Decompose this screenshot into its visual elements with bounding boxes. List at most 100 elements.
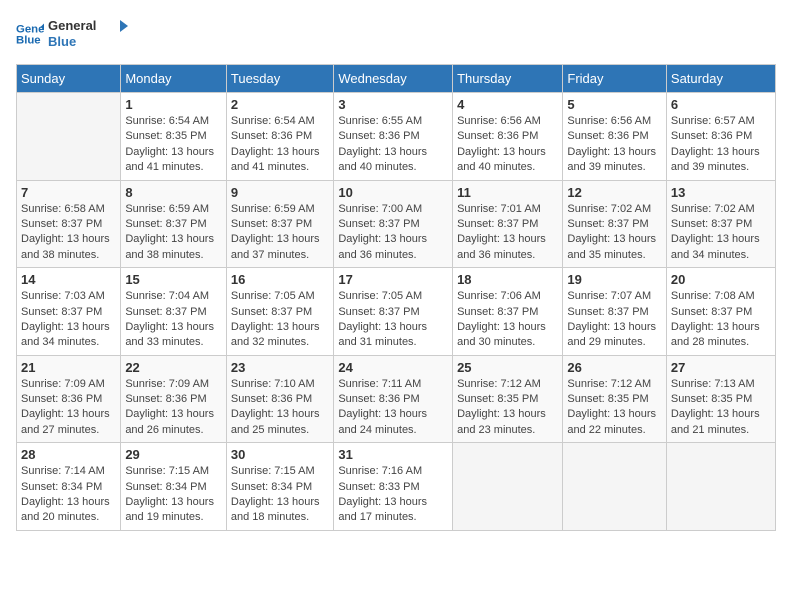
weekday-header: Monday	[121, 65, 227, 93]
calendar-cell: 26 Sunrise: 7:12 AMSunset: 8:35 PMDayligh…	[563, 355, 667, 443]
day-number: 4	[457, 97, 558, 112]
day-number: 12	[567, 185, 662, 200]
weekday-header: Sunday	[17, 65, 121, 93]
day-number: 15	[125, 272, 222, 287]
cell-info: Sunrise: 7:14 AMSunset: 8:34 PMDaylight:…	[21, 464, 116, 526]
day-number: 20	[671, 272, 771, 287]
calendar-cell: 9Sunrise: 6:59 AMSunset: 8:37 PMDaylight…	[226, 180, 333, 268]
calendar-cell: 31 Sunrise: 7:16 AMSunset: 8:33 PMDayligh…	[334, 443, 453, 531]
cell-info: Sunrise: 7:12 AMSunset: 8:35 PMDaylight:…	[567, 377, 662, 439]
calendar-cell: 6 Sunrise: 6:57 AMSunset: 8:36 PMDaylight…	[666, 93, 775, 181]
calendar-cell: 14Sunrise: 7:03 AMSunset: 8:37 PMDayligh…	[17, 268, 121, 356]
cell-info: Sunrise: 6:54 AMSunset: 8:36 PMDaylight:…	[231, 114, 329, 176]
calendar-cell	[17, 93, 121, 181]
calendar-cell: 19 Sunrise: 7:07 AMSunset: 8:37 PMDayligh…	[563, 268, 667, 356]
day-number: 30	[231, 447, 329, 462]
cell-info: Sunrise: 7:07 AMSunset: 8:37 PMDaylight:…	[567, 289, 662, 351]
calendar-cell: 25 Sunrise: 7:12 AMSunset: 8:35 PMDayligh…	[453, 355, 563, 443]
cell-info: Sunrise: 7:02 AMSunset: 8:37 PMDaylight:…	[567, 202, 662, 264]
cell-info: Sunrise: 7:09 AMSunset: 8:36 PMDaylight:…	[125, 377, 222, 439]
cell-info: Sunrise: 7:08 AMSunset: 8:37 PMDaylight:…	[671, 289, 771, 351]
calendar-cell: 5 Sunrise: 6:56 AMSunset: 8:36 PMDaylight…	[563, 93, 667, 181]
cell-info: Sunrise: 7:05 AMSunset: 8:37 PMDaylight:…	[338, 289, 448, 351]
cell-info: Sunrise: 7:09 AMSunset: 8:36 PMDaylight:…	[21, 377, 116, 439]
day-number: 27	[671, 360, 771, 375]
svg-text:Blue: Blue	[16, 35, 41, 47]
cell-info: Sunrise: 6:54 AMSunset: 8:35 PMDaylight:…	[125, 114, 222, 176]
calendar-week-row: 7 Sunrise: 6:58 AMSunset: 8:37 PMDaylight…	[17, 180, 776, 268]
page-header: General Blue General Blue	[16, 16, 776, 52]
svg-text:Blue: Blue	[48, 34, 76, 49]
day-number: 25	[457, 360, 558, 375]
cell-info: Sunrise: 6:58 AMSunset: 8:37 PMDaylight:…	[21, 202, 116, 264]
calendar-cell: 27 Sunrise: 7:13 AMSunset: 8:35 PMDayligh…	[666, 355, 775, 443]
calendar-cell	[453, 443, 563, 531]
cell-info: Sunrise: 6:56 AMSunset: 8:36 PMDaylight:…	[567, 114, 662, 176]
day-number: 26	[567, 360, 662, 375]
day-number: 24	[338, 360, 448, 375]
weekday-header: Saturday	[666, 65, 775, 93]
day-number: 21	[21, 360, 116, 375]
day-number: 13	[671, 185, 771, 200]
cell-info: Sunrise: 7:15 AMSunset: 8:34 PMDaylight:…	[125, 464, 222, 526]
cell-info: Sunrise: 7:12 AMSunset: 8:35 PMDaylight:…	[457, 377, 558, 439]
calendar-table: SundayMondayTuesdayWednesdayThursdayFrid…	[16, 64, 776, 531]
day-number: 5	[567, 97, 662, 112]
day-number: 7	[21, 185, 116, 200]
svg-text:General: General	[16, 23, 44, 35]
day-number: 6	[671, 97, 771, 112]
day-number: 11	[457, 185, 558, 200]
calendar-cell: 15 Sunrise: 7:04 AMSunset: 8:37 PMDayligh…	[121, 268, 227, 356]
weekday-header: Friday	[563, 65, 667, 93]
calendar-cell: 8Sunrise: 6:59 AMSunset: 8:37 PMDaylight…	[121, 180, 227, 268]
cell-info: Sunrise: 7:01 AMSunset: 8:37 PMDaylight:…	[457, 202, 558, 264]
day-number: 23	[231, 360, 329, 375]
calendar-cell: 23 Sunrise: 7:10 AMSunset: 8:36 PMDayligh…	[226, 355, 333, 443]
cell-info: Sunrise: 7:13 AMSunset: 8:35 PMDaylight:…	[671, 377, 771, 439]
calendar-cell: 12 Sunrise: 7:02 AMSunset: 8:37 PMDayligh…	[563, 180, 667, 268]
calendar-cell: 30 Sunrise: 7:15 AMSunset: 8:34 PMDayligh…	[226, 443, 333, 531]
cell-info: Sunrise: 7:16 AMSunset: 8:33 PMDaylight:…	[338, 464, 448, 526]
calendar-cell: 29 Sunrise: 7:15 AMSunset: 8:34 PMDayligh…	[121, 443, 227, 531]
cell-info: Sunrise: 6:57 AMSunset: 8:36 PMDaylight:…	[671, 114, 771, 176]
day-number: 14	[21, 272, 116, 287]
day-number: 18	[457, 272, 558, 287]
day-number: 3	[338, 97, 448, 112]
cell-info: Sunrise: 7:15 AMSunset: 8:34 PMDaylight:…	[231, 464, 329, 526]
cell-info: Sunrise: 6:59 AMSunset: 8:37 PMDaylight:…	[125, 202, 222, 264]
day-number: 2	[231, 97, 329, 112]
calendar-cell: 4 Sunrise: 6:56 AMSunset: 8:36 PMDaylight…	[453, 93, 563, 181]
logo-icon: General Blue	[16, 20, 44, 48]
cell-info: Sunrise: 7:02 AMSunset: 8:37 PMDaylight:…	[671, 202, 771, 264]
cell-info: Sunrise: 7:04 AMSunset: 8:37 PMDaylight:…	[125, 289, 222, 351]
cell-info: Sunrise: 7:00 AMSunset: 8:37 PMDaylight:…	[338, 202, 448, 264]
calendar-cell: 17Sunrise: 7:05 AMSunset: 8:37 PMDayligh…	[334, 268, 453, 356]
cell-info: Sunrise: 7:11 AMSunset: 8:36 PMDaylight:…	[338, 377, 448, 439]
calendar-week-row: 21 Sunrise: 7:09 AMSunset: 8:36 PMDayligh…	[17, 355, 776, 443]
cell-info: Sunrise: 6:56 AMSunset: 8:36 PMDaylight:…	[457, 114, 558, 176]
calendar-cell: 28Sunrise: 7:14 AMSunset: 8:34 PMDayligh…	[17, 443, 121, 531]
logo: General Blue General Blue	[16, 16, 128, 52]
calendar-week-row: 14Sunrise: 7:03 AMSunset: 8:37 PMDayligh…	[17, 268, 776, 356]
svg-text:General: General	[48, 18, 96, 33]
calendar-cell: 7 Sunrise: 6:58 AMSunset: 8:37 PMDaylight…	[17, 180, 121, 268]
calendar-cell: 11 Sunrise: 7:01 AMSunset: 8:37 PMDayligh…	[453, 180, 563, 268]
day-number: 19	[567, 272, 662, 287]
weekday-header: Thursday	[453, 65, 563, 93]
calendar-cell: 24 Sunrise: 7:11 AMSunset: 8:36 PMDayligh…	[334, 355, 453, 443]
day-number: 29	[125, 447, 222, 462]
calendar-week-row: 28Sunrise: 7:14 AMSunset: 8:34 PMDayligh…	[17, 443, 776, 531]
cell-info: Sunrise: 7:10 AMSunset: 8:36 PMDaylight:…	[231, 377, 329, 439]
day-number: 16	[231, 272, 329, 287]
calendar-cell: 21 Sunrise: 7:09 AMSunset: 8:36 PMDayligh…	[17, 355, 121, 443]
day-number: 10	[338, 185, 448, 200]
cell-info: Sunrise: 7:05 AMSunset: 8:37 PMDaylight:…	[231, 289, 329, 351]
day-number: 1	[125, 97, 222, 112]
cell-info: Sunrise: 6:55 AMSunset: 8:36 PMDaylight:…	[338, 114, 448, 176]
cell-info: Sunrise: 6:59 AMSunset: 8:37 PMDaylight:…	[231, 202, 329, 264]
calendar-cell: 13 Sunrise: 7:02 AMSunset: 8:37 PMDayligh…	[666, 180, 775, 268]
calendar-cell: 3 Sunrise: 6:55 AMSunset: 8:36 PMDaylight…	[334, 93, 453, 181]
calendar-cell: 10 Sunrise: 7:00 AMSunset: 8:37 PMDayligh…	[334, 180, 453, 268]
calendar-week-row: 1 Sunrise: 6:54 AMSunset: 8:35 PMDaylight…	[17, 93, 776, 181]
day-number: 31	[338, 447, 448, 462]
